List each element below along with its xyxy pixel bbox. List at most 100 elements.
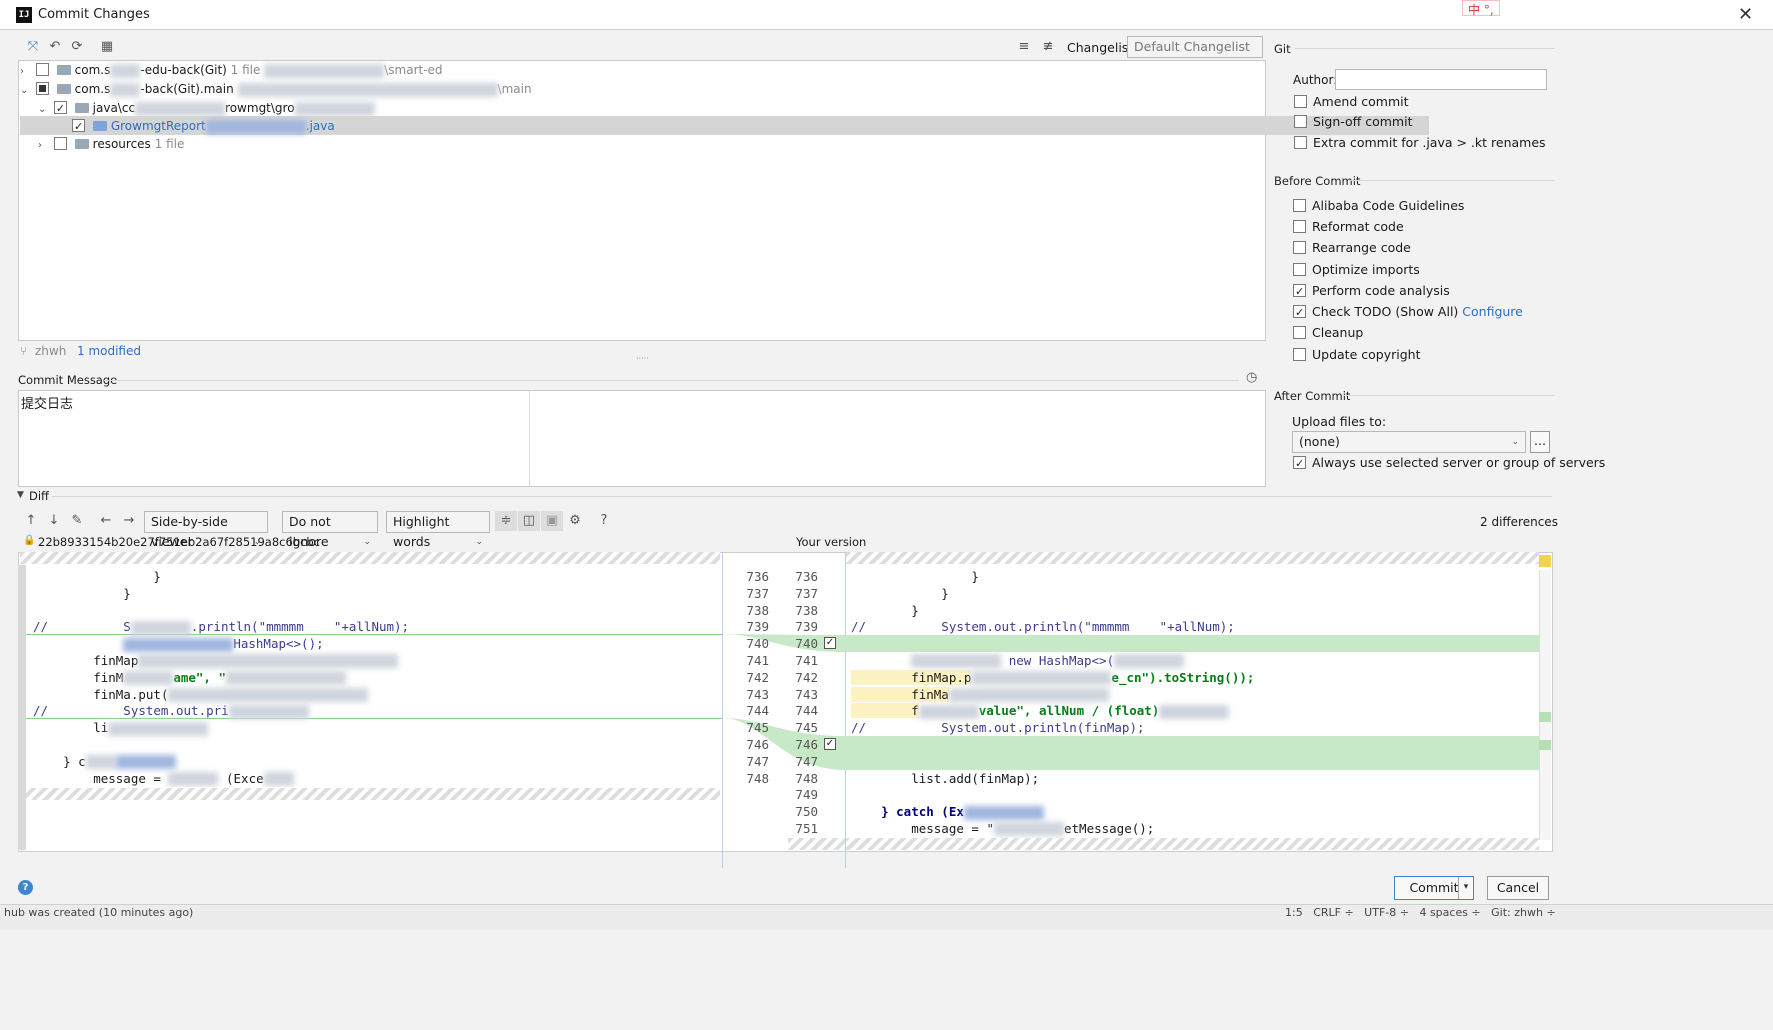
author-label: Author: <box>1293 73 1338 87</box>
checkbox[interactable] <box>1293 348 1306 361</box>
right-code-pane[interactable]: } } } // System.out.println("mmmmm "+all… <box>851 569 1536 838</box>
rollback-icon[interactable]: ↶ <box>44 37 66 57</box>
redacted-block <box>294 101 375 116</box>
history-icon[interactable]: ◷ <box>1246 370 1257 385</box>
line-number: 747 <box>746 753 769 769</box>
java-class-icon <box>92 121 107 131</box>
folder-icon <box>74 103 89 113</box>
code-line: finMap <box>33 653 718 670</box>
sign-off-option[interactable]: Sign-off commit <box>1294 112 1413 132</box>
cancel-button[interactable]: Cancel <box>1487 876 1549 900</box>
always-use-checkbox[interactable] <box>1293 454 1306 474</box>
next-diff-icon[interactable]: ↓ <box>43 511 65 531</box>
left-scrollbar[interactable] <box>18 565 26 850</box>
differences-count: 2 differences <box>1480 515 1558 529</box>
before-commit-option[interactable]: Check TODO (Show All) Configure <box>1293 302 1523 323</box>
checkbox[interactable] <box>1293 303 1306 323</box>
help-icon[interactable]: ? <box>593 511 615 531</box>
file-checkbox[interactable] <box>72 117 85 137</box>
tree-row-file-selected[interactable]: GrowmgtReport .java <box>20 116 1429 137</box>
configure-link[interactable]: Configure <box>1462 304 1523 319</box>
commit-message-input[interactable]: 提交日志 <box>18 390 1266 487</box>
collapse-unchanged-icon[interactable]: ≑ <box>495 511 517 531</box>
close-icon[interactable]: ✕ <box>1738 4 1753 25</box>
before-commit-option[interactable]: Perform code analysis <box>1293 281 1450 302</box>
option-label: Update copyright <box>1312 347 1421 362</box>
commit-dropdown-icon[interactable]: ▾ <box>1458 877 1473 899</box>
line-number: 737 <box>795 585 818 601</box>
viewer-mode-select[interactable]: Side-by-side viewer ⌄ <box>144 511 268 549</box>
code-line: } <box>851 602 919 618</box>
sync-scroll-icon[interactable]: ◫ <box>518 511 540 531</box>
checkbox[interactable] <box>1293 241 1306 254</box>
always-use-option[interactable]: Always use selected server or group of s… <box>1293 453 1606 474</box>
checkbox[interactable] <box>1293 220 1306 233</box>
highlight-mode-select[interactable]: Highlight words ⌄ <box>386 511 490 549</box>
file-name: GrowmgtReport <box>110 119 206 133</box>
author-input[interactable] <box>1335 69 1547 90</box>
tree-row-module-1[interactable]: › com.s -edu-back(Git) 1 file \smart-ed <box>20 60 1429 80</box>
checkbox[interactable] <box>1293 326 1306 339</box>
warning-marker[interactable] <box>1539 555 1551 567</box>
tree-row-info: 1 file <box>154 137 185 151</box>
changelist-select[interactable]: Default Changelist▽ <box>1127 36 1263 72</box>
resources-checkbox[interactable] <box>53 137 67 150</box>
line-number: 740 <box>746 636 769 652</box>
redacted-block <box>205 119 306 134</box>
line-number: 736 <box>795 569 818 584</box>
code-line: } <box>33 585 131 601</box>
tree-row-module-2[interactable]: ⌄ com.s -back(Git).main \main <box>20 79 1429 99</box>
line-number: 741 <box>746 652 769 668</box>
checkbox[interactable] <box>1293 263 1306 276</box>
sign-off-checkbox[interactable] <box>1294 115 1307 128</box>
option-label: Always use selected server or group of s… <box>1312 455 1606 470</box>
tree-row-resources[interactable]: › resources 1 file <box>20 134 1429 154</box>
line-number: 748 <box>795 770 818 786</box>
extra-commit-option[interactable]: Extra commit for .java > .kt renames <box>1294 133 1546 153</box>
show-diff-icon[interactable]: ⤧ <box>22 37 44 57</box>
amend-commit-option[interactable]: Amend commit <box>1294 92 1409 112</box>
extra-commit-checkbox[interactable] <box>1294 136 1307 149</box>
java-folder-checkbox[interactable] <box>53 99 67 119</box>
group-by-icon[interactable]: ▦ <box>96 37 118 57</box>
code-line: new HashMap<>( <box>851 653 1536 670</box>
background <box>0 930 1773 1030</box>
code-line: // S .println("mmmmm "+allNum); <box>33 619 410 635</box>
edit-icon[interactable]: ✎ <box>66 511 88 531</box>
module-2-checkbox[interactable] <box>35 82 49 95</box>
tree-row-java[interactable]: ⌄ java\ccrowmgt\gro <box>20 98 1429 119</box>
collapse-diff-icon[interactable]: ▼ <box>17 490 24 500</box>
checkbox[interactable] <box>1293 282 1306 302</box>
gear-icon[interactable]: ⚙ <box>564 511 586 531</box>
include-change-checkbox[interactable]: ✓ <box>824 738 836 750</box>
upload-select[interactable]: (none) ⌄ <box>1292 431 1526 453</box>
splitter-handle[interactable]: ····· <box>636 354 649 363</box>
forward-icon[interactable]: → <box>118 511 140 531</box>
before-commit-option[interactable]: Rearrange code <box>1293 238 1411 258</box>
amend-commit-checkbox[interactable] <box>1294 95 1307 108</box>
refresh-icon[interactable]: ⟳ <box>66 37 88 57</box>
include-change-checkbox[interactable]: ✓ <box>824 637 836 649</box>
expand-all-icon[interactable]: ≡ <box>1013 37 1035 57</box>
ignore-mode-select[interactable]: Do not ignore ⌄ <box>282 511 378 549</box>
lock-icon[interactable]: ▣ <box>541 511 563 531</box>
fold-separator <box>20 552 720 564</box>
before-commit-option[interactable]: Optimize imports <box>1293 260 1420 280</box>
line-number: 744 <box>746 703 769 719</box>
before-commit-option[interactable]: Alibaba Code Guidelines <box>1293 196 1464 216</box>
back-icon[interactable]: ← <box>95 511 117 531</box>
before-commit-option[interactable]: Cleanup <box>1293 323 1363 343</box>
modified-link[interactable]: 1 modified <box>77 344 141 358</box>
help-icon[interactable]: ? <box>18 880 33 895</box>
right-version-title: Your version <box>796 535 867 549</box>
module-1-checkbox[interactable] <box>35 63 49 76</box>
left-code-pane[interactable]: } } ​ // S.println("mmmmm "+allNum); Has… <box>33 569 718 787</box>
vertical-scrollbar[interactable] <box>1539 570 1551 840</box>
prev-diff-icon[interactable]: ↑ <box>20 511 42 531</box>
before-commit-option[interactable]: Update copyright <box>1293 345 1420 365</box>
browse-button[interactable]: ... <box>1530 431 1550 453</box>
chevron-right-icon[interactable]: › <box>38 136 50 156</box>
collapse-all-icon[interactable]: ≢ <box>1037 37 1059 57</box>
before-commit-option[interactable]: Reformat code <box>1293 217 1404 237</box>
checkbox[interactable] <box>1293 199 1306 212</box>
